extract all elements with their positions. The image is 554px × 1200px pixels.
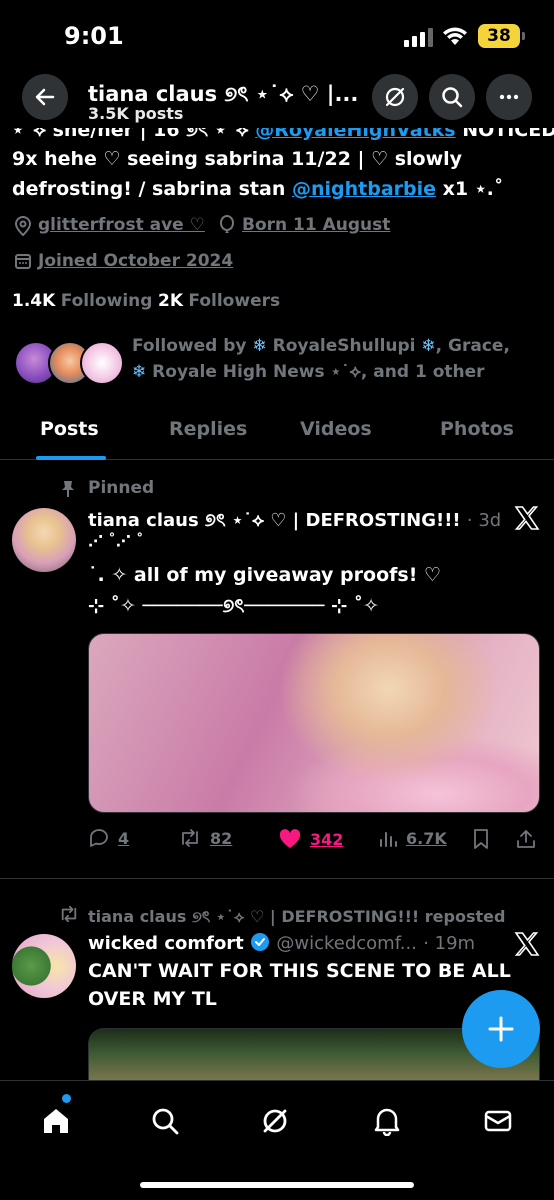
- x-logo-icon: [514, 506, 540, 530]
- search-icon: [442, 87, 463, 108]
- profile-header: tiana claus ୭ৎ ⋆˙⟡ ♡ |... 3.5K posts: [0, 66, 554, 128]
- pinned-label: Pinned: [88, 478, 155, 498]
- status-bar: 9:01 38: [0, 0, 554, 66]
- home-indicator: [140, 1182, 414, 1188]
- snowflake-icon: ❄: [132, 362, 147, 382]
- followed-by-line-1[interactable]: Followed by ❄ RoyaleShullupi ❄, Grace,: [132, 336, 510, 356]
- post-text-line: ˙. ✧ all of my giveaway proofs! ♡: [88, 564, 442, 586]
- post-text-line: ⋰ ˚⋰ ˚: [88, 532, 144, 550]
- post-media-image[interactable]: [88, 633, 540, 813]
- tab-posts[interactable]: Posts: [40, 418, 99, 440]
- more-icon: [499, 94, 519, 100]
- profile-location: glitterfrost ave ♡: [38, 215, 205, 235]
- bio-line-1: 9x hehe ♡ seeing sabrina 11/22 | ♡ slowl…: [12, 148, 463, 170]
- reply-button[interactable]: 4: [88, 828, 129, 848]
- grok-icon: [385, 87, 405, 107]
- tab-videos[interactable]: Videos: [300, 418, 372, 440]
- snowflake-icon: ❄: [252, 336, 267, 356]
- reply-icon: [90, 829, 108, 847]
- compose-button[interactable]: [462, 990, 540, 1068]
- search-button[interactable]: [429, 74, 475, 120]
- header-posts-count: 3.5K posts: [88, 104, 184, 123]
- plus-icon: [488, 1016, 514, 1042]
- like-button[interactable]: 342: [278, 828, 343, 850]
- home-notification-dot: [62, 1094, 71, 1103]
- profile-birthday: Born 11 August: [242, 215, 391, 235]
- profile-tabs: Posts Replies Videos Photos: [0, 404, 554, 460]
- author-avatar[interactable]: [12, 508, 76, 572]
- grok-icon: [263, 1109, 287, 1133]
- post-text-line: OVER MY TL: [88, 988, 217, 1010]
- bookmark-button[interactable]: [472, 828, 490, 850]
- repost-icon: [182, 829, 198, 847]
- nav-home[interactable]: [36, 1101, 76, 1141]
- grok-button[interactable]: [372, 74, 418, 120]
- home-icon: [44, 1109, 68, 1133]
- balloon-icon: [220, 215, 234, 233]
- search-icon: [152, 1108, 179, 1135]
- followed-by-line-2[interactable]: ❄ Royale High News ⋆˙⟡, and 1 other: [132, 362, 485, 382]
- cellular-signal-icon: [404, 28, 433, 47]
- share-icon: [517, 830, 535, 848]
- reposted-by-label[interactable]: tiana claus ୭ৎ ⋆˙⟡ ♡ | DEFROSTING!!! rep…: [88, 904, 505, 931]
- nav-search[interactable]: [145, 1101, 185, 1141]
- views-button[interactable]: 6.7K: [378, 828, 447, 848]
- nav-messages[interactable]: [478, 1101, 518, 1141]
- active-tab-indicator: [36, 456, 106, 460]
- author-avatar[interactable]: [12, 934, 76, 998]
- post-text-line: ⊹ ˚✧ ───────୭ৎ─────── ⊹ ˚✧: [88, 595, 380, 617]
- tab-replies[interactable]: Replies: [169, 418, 247, 440]
- nav-grok[interactable]: [255, 1101, 295, 1141]
- post-divider: [0, 878, 554, 879]
- calendar-icon: [15, 254, 31, 269]
- post-author-line[interactable]: tiana claus ୭ৎ ⋆˙⟡ ♡ | DEFROSTING!!! · 3…: [88, 506, 501, 537]
- battery-indicator: 38: [478, 24, 525, 48]
- x-logo-icon: [514, 932, 540, 956]
- mail-icon: [484, 1110, 512, 1132]
- pin-icon: [62, 481, 74, 497]
- views-icon: [380, 832, 397, 847]
- post-author-line[interactable]: wicked comfort @wickedcomf... · 19m: [88, 932, 475, 954]
- more-options-button[interactable]: [486, 74, 532, 120]
- bell-icon: [374, 1108, 400, 1136]
- back-arrow-icon: [35, 88, 55, 106]
- status-time: 9:01: [64, 22, 124, 50]
- following-link[interactable]: 1.4K Following: [12, 291, 152, 311]
- bio-line-2: defrosting! / sabrina stan @nightbarbie …: [12, 178, 504, 200]
- post-text-line: CAN'T WAIT FOR THIS SCENE TO BE ALL: [88, 960, 511, 982]
- snowflake-icon: ❄: [421, 336, 436, 356]
- verified-badge-icon: [250, 932, 270, 952]
- profile-joined: Joined October 2024: [38, 251, 234, 271]
- nav-notifications[interactable]: [367, 1101, 407, 1141]
- heart-icon: [279, 829, 301, 848]
- wifi-icon: [442, 26, 468, 46]
- followers-link[interactable]: 2K Followers: [158, 291, 280, 311]
- location-pin-icon: [14, 216, 32, 236]
- bio-mention-link[interactable]: @nightbarbie: [292, 178, 436, 200]
- repost-icon: [61, 905, 77, 923]
- repost-button[interactable]: 82: [178, 828, 232, 848]
- follower-avatar[interactable]: [80, 341, 124, 385]
- tab-photos[interactable]: Photos: [440, 418, 514, 440]
- share-button[interactable]: [515, 828, 537, 850]
- bookmark-icon: [474, 829, 488, 849]
- back-button[interactable]: [22, 74, 68, 120]
